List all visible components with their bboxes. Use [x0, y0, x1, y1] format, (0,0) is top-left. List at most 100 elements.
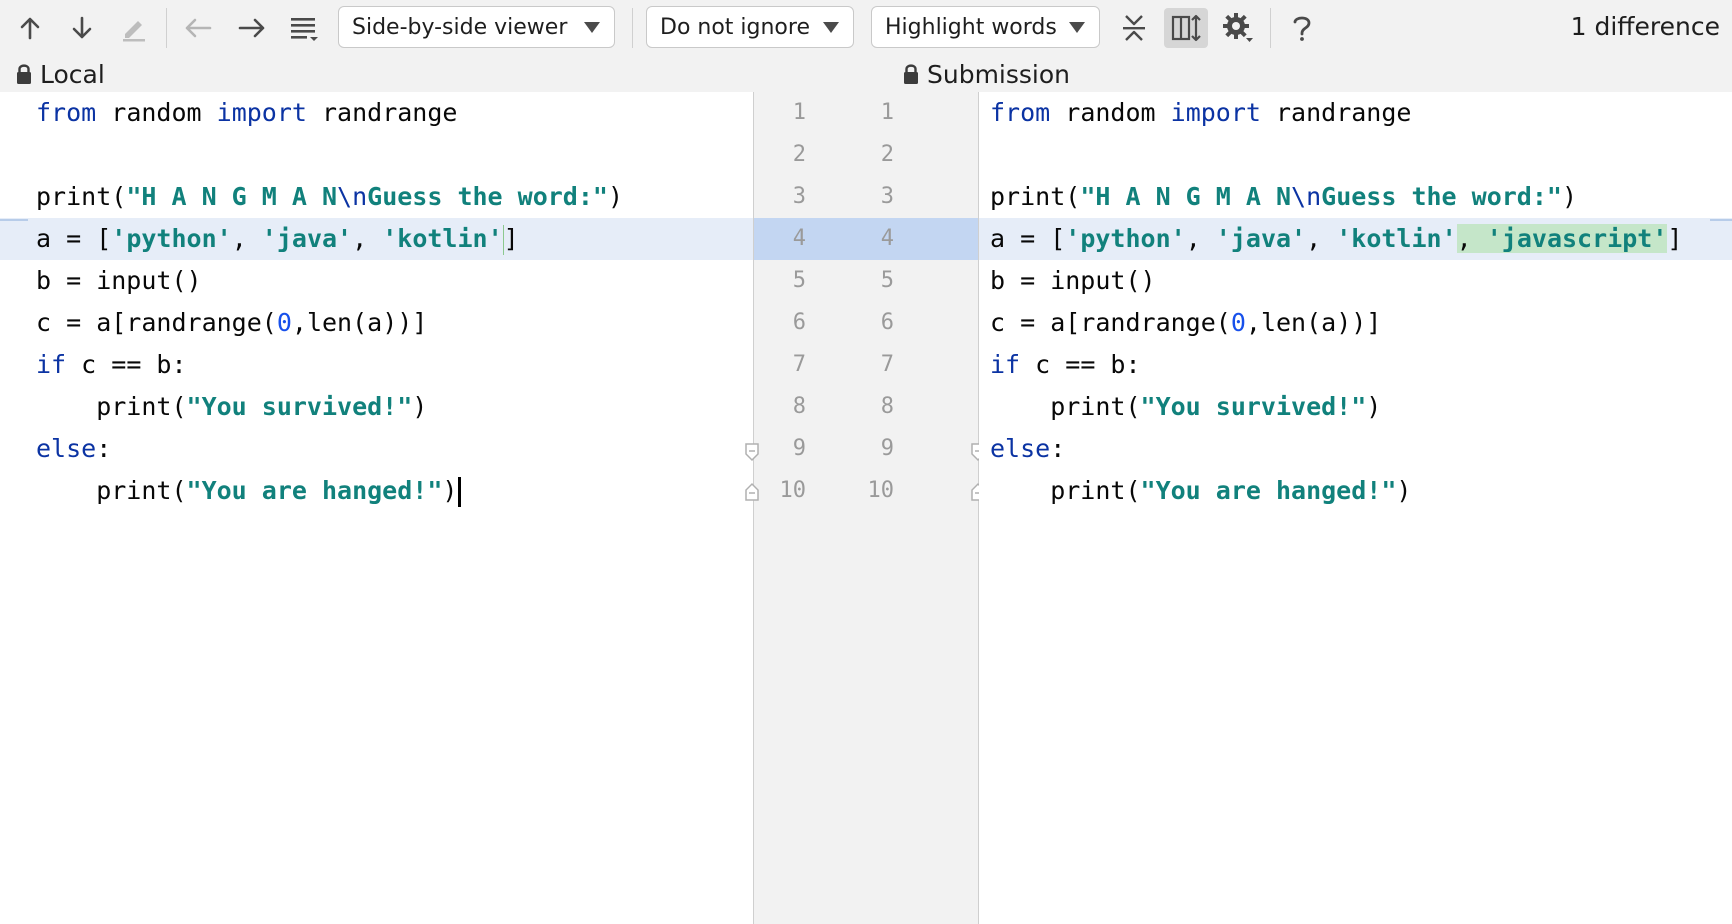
code-line[interactable] — [0, 134, 753, 176]
code-token: "You are hanged!" — [1140, 476, 1397, 505]
fold-start-icon[interactable] — [744, 442, 760, 462]
chevron-down-icon — [823, 22, 839, 33]
code-token: , — [1306, 224, 1337, 253]
code-token: \n — [1291, 182, 1322, 211]
code-token: Guess the word:" — [1321, 182, 1562, 211]
lock-icon — [904, 64, 918, 84]
arrow-up-icon — [20, 17, 40, 40]
code-token: import — [216, 98, 307, 127]
ignore-whitespace-select[interactable]: Do not ignore — [646, 6, 854, 48]
code-token: : — [96, 434, 112, 463]
code-line[interactable]: print("H A N G M A N\nGuess the word:") — [0, 176, 753, 218]
code-line[interactable]: c = a[randrange(0,len(a))] — [979, 302, 1732, 344]
viewer-select-value: Side-by-side viewer — [352, 14, 568, 40]
code-token: ,len(a))] — [1245, 308, 1382, 337]
left-line-number: 10 — [779, 478, 807, 503]
next-file-button[interactable] — [232, 8, 272, 48]
collapse-unchanged-button[interactable] — [1114, 8, 1154, 48]
code-line[interactable]: print("You are hanged!") — [979, 470, 1732, 512]
code-token: \n — [337, 182, 368, 211]
help-button[interactable] — [1282, 8, 1322, 48]
change-marker — [0, 219, 28, 221]
code-token: random — [96, 98, 217, 127]
highlight-mode-select[interactable]: Highlight words — [871, 6, 1100, 48]
left-pane-title: Local — [16, 56, 105, 92]
code-token: print( — [36, 182, 127, 211]
code-token: print( — [990, 392, 1141, 421]
ignore-select-value: Do not ignore — [660, 14, 810, 40]
previous-difference-button[interactable] — [10, 8, 50, 48]
code-line-text: from random import randrange — [990, 92, 1411, 134]
code-token: ,len(a))] — [291, 308, 428, 337]
code-line[interactable]: else: — [979, 428, 1732, 470]
lock-icon — [17, 64, 31, 84]
change-marker — [1710, 219, 1732, 221]
code-token: 'python' — [1065, 224, 1186, 253]
code-token: 'kotlin' — [1336, 224, 1457, 253]
left-editor[interactable]: from random import randrange print("H A N… — [0, 92, 753, 924]
right-line-number: 10 — [867, 478, 895, 503]
file-list-button[interactable] — [284, 8, 324, 48]
code-line[interactable]: print("H A N G M A N\nGuess the word:") — [979, 176, 1732, 218]
code-token: print( — [990, 182, 1081, 211]
code-token: randrange — [306, 98, 458, 127]
code-line[interactable]: if c == b: — [0, 344, 753, 386]
highlight-select-value: Highlight words — [885, 14, 1057, 40]
chevron-down-icon — [584, 22, 600, 33]
code-token: c == b: — [1020, 350, 1141, 379]
text-caret — [458, 477, 462, 507]
arrow-left-icon — [185, 18, 212, 38]
code-line-text: print("You are hanged!") — [36, 470, 462, 512]
code-line[interactable]: if c == b: — [979, 344, 1732, 386]
code-line[interactable]: from random import randrange — [0, 92, 753, 134]
settings-button[interactable] — [1218, 8, 1258, 48]
code-line[interactable]: print("You survived!") — [0, 386, 753, 428]
code-token: ) — [1396, 476, 1412, 505]
left-line-number: 4 — [792, 226, 806, 251]
code-line-text: b = input() — [990, 260, 1156, 302]
code-line[interactable]: print("You survived!") — [979, 386, 1732, 428]
right-line-number: 1 — [880, 100, 894, 125]
toolbar-separator — [1270, 8, 1271, 48]
left-line-number: 7 — [792, 352, 806, 377]
right-editor[interactable]: from random import randrange print("H A N… — [979, 92, 1732, 924]
next-difference-button[interactable] — [62, 8, 102, 48]
code-token: if — [36, 350, 67, 379]
code-line-text: else: — [36, 428, 111, 470]
code-token: 'python' — [111, 224, 232, 253]
code-token: import — [1170, 98, 1261, 127]
code-token: ) — [412, 392, 428, 421]
code-token: 0 — [1230, 308, 1246, 337]
code-line[interactable] — [979, 134, 1732, 176]
code-line[interactable]: b = input() — [979, 260, 1732, 302]
code-line[interactable]: from random import randrange — [979, 92, 1732, 134]
code-token: b = input() — [990, 266, 1156, 295]
edit-source-button[interactable] — [114, 8, 154, 48]
sync-scroll-icon — [1171, 14, 1201, 42]
code-line-text: from random import randrange — [36, 92, 457, 134]
code-line-text: c = a[randrange(0,len(a))] — [990, 302, 1381, 344]
left-line-number: 2 — [792, 142, 806, 167]
code-line[interactable]: a = ['python', 'java', 'kotlin'] — [0, 218, 753, 260]
difference-count: 1 difference — [1570, 12, 1720, 41]
code-line[interactable]: a = ['python', 'java', 'kotlin', 'javasc… — [979, 218, 1732, 260]
code-token: 'javascript' — [1486, 224, 1668, 253]
code-token: ] — [1667, 224, 1683, 253]
fold-end-icon[interactable] — [744, 482, 760, 502]
code-token: b = input() — [36, 266, 202, 295]
code-token: 'kotlin' — [382, 224, 503, 253]
right-pane-title-text: Submission — [927, 59, 1071, 89]
code-token: a = [ — [990, 224, 1066, 253]
viewer-select[interactable]: Side-by-side viewer — [338, 6, 615, 48]
code-line[interactable]: else: — [0, 428, 753, 470]
code-token: ) — [607, 182, 624, 211]
sync-scroll-toggle[interactable] — [1164, 8, 1208, 48]
help-icon — [1293, 16, 1311, 41]
toolbar-separator — [166, 8, 167, 48]
right-line-number: 8 — [880, 394, 894, 419]
code-line[interactable]: c = a[randrange(0,len(a))] — [0, 302, 753, 344]
code-line[interactable]: b = input() — [0, 260, 753, 302]
code-token: else — [990, 434, 1051, 463]
code-line[interactable]: print("You are hanged!") — [0, 470, 753, 512]
previous-file-button[interactable] — [178, 8, 218, 48]
